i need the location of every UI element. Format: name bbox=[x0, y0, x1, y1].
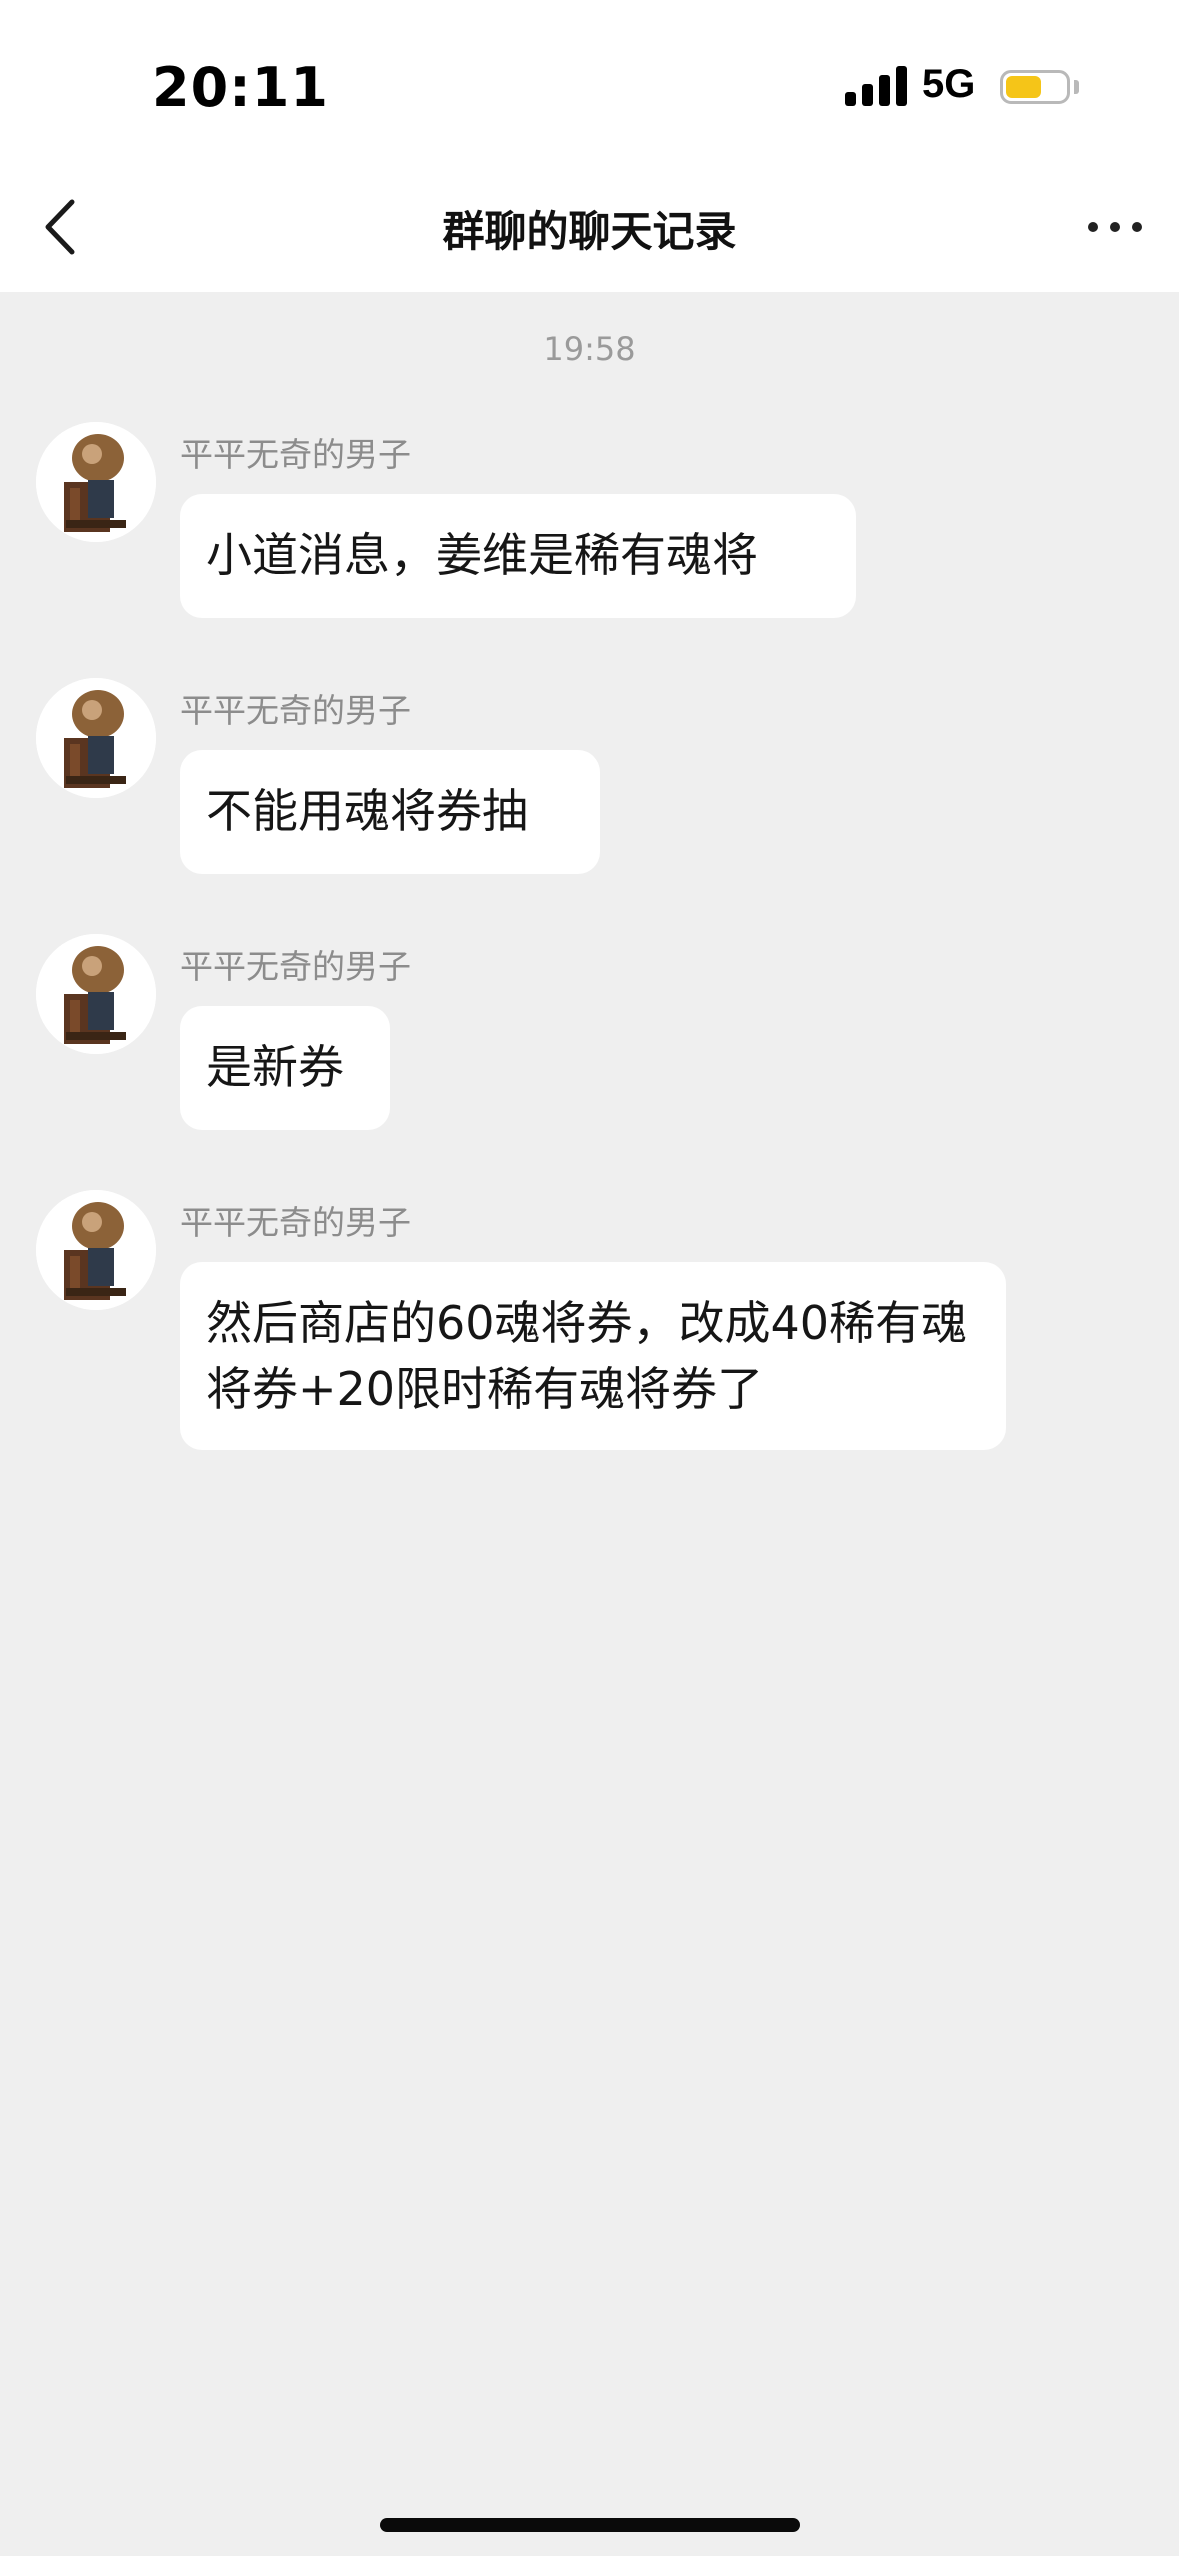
avatar-image bbox=[36, 934, 156, 1054]
status-bar: 20:11 5G bbox=[0, 0, 1179, 160]
message-bubble[interactable]: 然后商店的60魂将券，改成40稀有魂将券+20限时稀有魂将券了 bbox=[180, 1262, 1006, 1450]
sender-name: 平平无奇的男子 bbox=[180, 1203, 411, 1242]
battery-icon bbox=[1000, 70, 1070, 104]
avatar[interactable] bbox=[36, 678, 156, 798]
ellipsis-icon bbox=[1088, 222, 1098, 232]
sender-name: 平平无奇的男子 bbox=[180, 691, 411, 730]
chat-timestamp: 19:58 bbox=[543, 330, 636, 368]
avatar-image bbox=[36, 1190, 156, 1310]
nav-bar: 群聊的聊天记录 bbox=[0, 160, 1179, 292]
sender-name: 平平无奇的男子 bbox=[180, 947, 411, 986]
message-bubble[interactable]: 小道消息，姜维是稀有魂将 bbox=[180, 494, 856, 618]
home-indicator[interactable] bbox=[380, 2518, 800, 2532]
avatar-image bbox=[36, 422, 156, 542]
avatar[interactable] bbox=[36, 1190, 156, 1310]
avatar[interactable] bbox=[36, 422, 156, 542]
network-type: 5G bbox=[922, 62, 976, 106]
message-bubble[interactable]: 不能用魂将券抽 bbox=[180, 750, 600, 874]
avatar-image bbox=[36, 678, 156, 798]
battery-level bbox=[1006, 76, 1041, 98]
signal-strength-icon bbox=[845, 66, 907, 106]
status-time: 20:11 bbox=[152, 56, 329, 119]
page-title: 群聊的聊天记录 bbox=[442, 207, 737, 256]
more-button[interactable] bbox=[1070, 200, 1160, 250]
sender-name: 平平无奇的男子 bbox=[180, 435, 411, 474]
message-bubble[interactable]: 是新券 bbox=[180, 1006, 390, 1130]
battery-tip bbox=[1074, 80, 1079, 94]
avatar[interactable] bbox=[36, 934, 156, 1054]
